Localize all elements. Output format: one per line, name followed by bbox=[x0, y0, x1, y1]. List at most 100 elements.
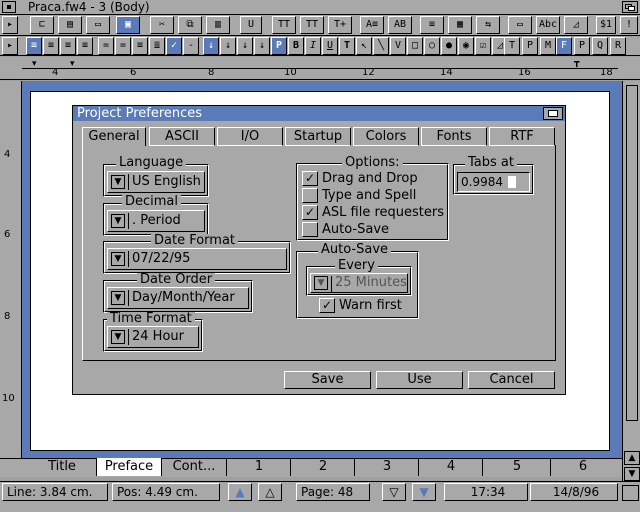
screen-icon[interactable]: ▣ bbox=[116, 16, 140, 34]
tabs-at-input[interactable]: 0.9984 bbox=[457, 172, 530, 192]
target-icon[interactable]: ◉ bbox=[458, 37, 474, 55]
down-arrow3-icon[interactable]: ↓ bbox=[237, 37, 253, 55]
depth-icon[interactable] bbox=[622, 1, 638, 13]
size-gadget-icon[interactable] bbox=[622, 485, 639, 501]
page-prev-button[interactable]: △ bbox=[258, 483, 282, 501]
plain-text-icon[interactable]: P bbox=[271, 37, 287, 55]
circle-tool-icon[interactable]: ○ bbox=[424, 37, 440, 55]
v-tool-icon[interactable]: V bbox=[390, 37, 406, 55]
page-next-button[interactable]: ▽ bbox=[382, 483, 406, 501]
pointer-icon[interactable]: ↖ bbox=[356, 37, 372, 55]
dash-tool-icon[interactable]: - bbox=[183, 37, 199, 55]
print-icon[interactable]: ▭ bbox=[86, 16, 110, 34]
doc-tab-5[interactable]: 5 bbox=[482, 458, 551, 476]
scroll-up-icon[interactable]: ▲ bbox=[624, 451, 640, 465]
link-icon[interactable]: ⇆ bbox=[476, 16, 500, 34]
spacing-single-icon[interactable]: = bbox=[98, 37, 114, 55]
align-justify-icon[interactable]: ≡ bbox=[77, 37, 93, 55]
use-button[interactable]: Use bbox=[376, 371, 463, 389]
abc-icon[interactable]: A≡ bbox=[360, 16, 384, 34]
decimal-cycle[interactable]: ▼ . Period bbox=[107, 210, 205, 232]
autosave-checkbox[interactable] bbox=[302, 222, 318, 237]
dialog-depth-icon[interactable] bbox=[543, 107, 563, 120]
tab-colors[interactable]: Colors bbox=[353, 127, 419, 146]
rect-tool-icon[interactable]: □ bbox=[407, 37, 423, 55]
p2-box-icon[interactable]: P bbox=[574, 37, 590, 55]
save-button[interactable]: Save bbox=[284, 371, 371, 389]
warn-first-checkbox[interactable]: ✓ bbox=[319, 298, 335, 313]
doc-tab-title[interactable]: Title bbox=[28, 458, 96, 476]
time-format-cycle[interactable]: ▼ 24 Hour bbox=[107, 326, 199, 348]
language-cycle[interactable]: ▼ US English bbox=[107, 171, 205, 193]
abc-box-icon[interactable]: Abc bbox=[536, 16, 560, 34]
frame-icon[interactable]: ▦ bbox=[448, 16, 472, 34]
down-arrow2-icon[interactable]: ↓ bbox=[220, 37, 236, 55]
doc-tab-3[interactable]: 3 bbox=[354, 458, 419, 476]
vertical-scrollbar[interactable]: ▲ ▼ bbox=[622, 81, 640, 484]
tab-fonts[interactable]: Fonts bbox=[421, 127, 487, 146]
m-box-icon[interactable]: M bbox=[540, 37, 556, 55]
tt-icon[interactable]: TT bbox=[272, 16, 296, 34]
every-cycle[interactable]: ▼ 25 Minutes bbox=[310, 273, 408, 293]
tab-io[interactable]: I/O bbox=[217, 127, 283, 146]
p-box-icon[interactable]: P bbox=[522, 37, 538, 55]
underline-tool-icon[interactable]: U bbox=[240, 16, 262, 34]
tab-startup[interactable]: Startup bbox=[285, 127, 351, 146]
alert-icon[interactable]: ! bbox=[620, 16, 638, 34]
tplus-icon[interactable]: T+ bbox=[328, 16, 352, 34]
cut-icon[interactable]: ✂ bbox=[150, 16, 174, 34]
align-center-icon[interactable]: ≡ bbox=[43, 37, 59, 55]
cancel-button[interactable]: Cancel bbox=[468, 371, 555, 389]
save-icon[interactable]: ▤ bbox=[58, 16, 82, 34]
text-tool-icon[interactable]: T bbox=[339, 37, 355, 55]
paste-icon[interactable]: ▥ bbox=[206, 16, 230, 34]
indent-marker[interactable]: ▾ bbox=[70, 59, 75, 69]
italic-icon[interactable]: I bbox=[305, 37, 321, 55]
left-margin-marker[interactable]: ▾ bbox=[32, 59, 37, 69]
box-icon[interactable]: ▭ bbox=[508, 16, 532, 34]
spacing-more-icon[interactable]: ≣ bbox=[149, 37, 165, 55]
doc-tab-4[interactable]: 4 bbox=[418, 458, 483, 476]
page-down-button[interactable]: ▼ bbox=[412, 483, 436, 501]
doc-tab-6[interactable]: 6 bbox=[550, 458, 615, 476]
filled-circle-icon[interactable]: ● bbox=[441, 37, 457, 55]
asl-checkbox[interactable]: ✓ bbox=[302, 205, 318, 220]
type-spell-checkbox[interactable] bbox=[302, 188, 318, 203]
doc-tab-preface[interactable]: Preface bbox=[96, 458, 162, 476]
checkbox-tool-icon[interactable]: ☑ bbox=[475, 37, 491, 55]
down-arrow4-icon[interactable]: ↓ bbox=[254, 37, 270, 55]
graph-icon[interactable]: ◿ bbox=[564, 16, 588, 34]
list-icon[interactable]: ≡ bbox=[420, 16, 444, 34]
scroll-down-icon[interactable]: ▼ bbox=[624, 467, 640, 481]
align-left-icon[interactable]: ≡ bbox=[26, 37, 42, 55]
f-box-icon[interactable]: F bbox=[556, 37, 572, 55]
vertical-ruler[interactable]: 4 6 8 10 bbox=[0, 81, 22, 458]
play2-icon[interactable]: ▸ bbox=[2, 37, 18, 55]
tab-rtf[interactable]: RTF bbox=[489, 127, 555, 146]
title-bar[interactable]: Praca.fw4 - 3 (Body) bbox=[0, 0, 640, 15]
down-arrow-icon[interactable]: ↓ bbox=[203, 37, 219, 55]
dialog-title-bar[interactable]: Project Preferences bbox=[73, 106, 565, 121]
underline-icon[interactable]: U bbox=[322, 37, 338, 55]
tab-general[interactable]: General bbox=[82, 127, 146, 146]
line-tool-icon[interactable]: ╲ bbox=[373, 37, 389, 55]
close-icon[interactable] bbox=[2, 1, 16, 13]
right-margin-marker[interactable]: ┳ bbox=[574, 58, 579, 68]
date-format-cycle[interactable]: ▼ 07/22/95 bbox=[107, 248, 287, 270]
horizontal-ruler[interactable]: 4 6 8 10 12 14 16 18 ▾ ▾ ┳ bbox=[0, 57, 640, 80]
spacing-triple-icon[interactable]: ≡ bbox=[132, 37, 148, 55]
tab-ascii[interactable]: ASCII bbox=[149, 127, 215, 146]
q-box-icon[interactable]: Q bbox=[592, 37, 608, 55]
bold-icon[interactable]: B bbox=[288, 37, 304, 55]
r-box-icon[interactable]: R bbox=[610, 37, 626, 55]
play-icon[interactable]: ▸ bbox=[2, 16, 18, 34]
money-icon[interactable]: $1 bbox=[596, 16, 616, 34]
doc-tab-2[interactable]: 2 bbox=[290, 458, 355, 476]
open-icon[interactable]: ⊏ bbox=[30, 16, 54, 34]
check-tool-icon[interactable]: ✓ bbox=[166, 37, 182, 55]
tt2-icon[interactable]: TT bbox=[300, 16, 324, 34]
spell-icon[interactable]: AB bbox=[388, 16, 412, 34]
spacing-double-icon[interactable]: = bbox=[115, 37, 131, 55]
doc-tab-contents[interactable]: Cont... bbox=[160, 458, 228, 476]
copy-icon[interactable]: ⧉ bbox=[178, 16, 202, 34]
